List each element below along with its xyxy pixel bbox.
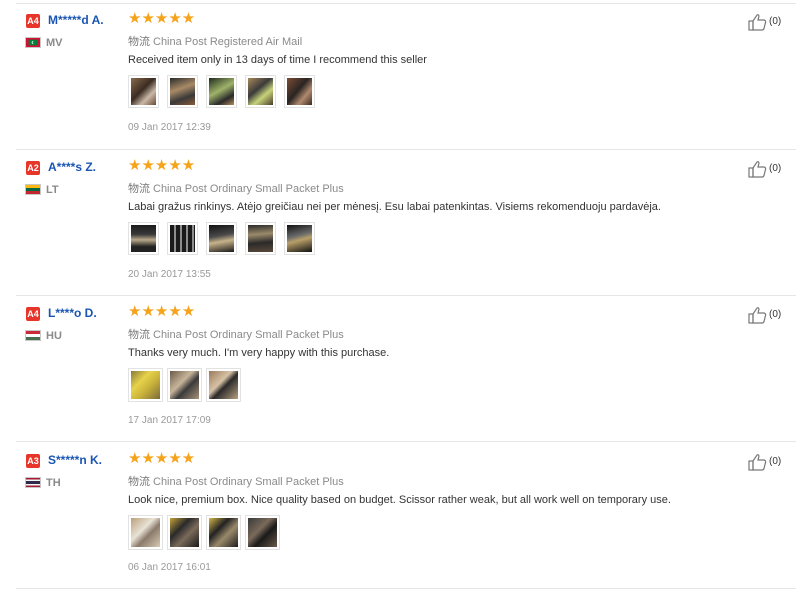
review-text: Labai gražus rinkinys. Atėjo greičiau ne… (128, 201, 661, 213)
review-photo[interactable] (206, 515, 241, 550)
country-flag-icon (25, 330, 41, 341)
like-count: (0) (769, 163, 782, 174)
review-text: Look nice, premium box. Nice quality bas… (128, 494, 671, 506)
shipping-name: China Post Ordinary Small Packet Plus (153, 183, 344, 195)
review-photo[interactable] (206, 222, 237, 255)
reviewer-name[interactable]: L****o D. (48, 306, 97, 320)
review-photo[interactable] (128, 222, 159, 255)
review-date: 17 Jan 2017 17:09 (128, 415, 211, 426)
buyer-level-badge: A4 (26, 307, 40, 321)
logistics-label: 物流 (128, 182, 150, 195)
logistics-label: 物流 (128, 35, 150, 48)
like-count: (0) (769, 456, 782, 467)
review-text: Thanks very much. I'm very happy with th… (128, 347, 390, 359)
review-photo[interactable] (167, 75, 198, 108)
review-date: 06 Jan 2017 16:01 (128, 562, 211, 573)
review-photo[interactable] (206, 368, 241, 402)
review-item: A3 S*****n K. TH ★★★★★ 物流 China Post Ordi… (0, 440, 800, 586)
country-flag-icon (25, 184, 41, 195)
thumbs-up-icon (748, 454, 767, 471)
buyer-level-badge: A2 (26, 161, 40, 175)
buyer-level-badge: A3 (26, 454, 40, 468)
thumbs-up-icon (748, 14, 767, 31)
review-photo[interactable] (245, 75, 276, 108)
like-count: (0) (769, 309, 782, 320)
reviewer-name[interactable]: S*****n K. (48, 453, 102, 467)
country-code: HU (46, 330, 62, 342)
review-photo[interactable] (128, 368, 163, 402)
review-photo[interactable] (284, 222, 315, 255)
shipping-name: China Post Ordinary Small Packet Plus (153, 476, 344, 488)
country-flag-icon (25, 37, 41, 48)
country-code: LT (46, 184, 59, 196)
review-photo[interactable] (167, 515, 202, 550)
review-photo[interactable] (206, 75, 237, 108)
country-flag-icon (25, 477, 41, 488)
thumbs-up-icon (748, 307, 767, 324)
review-text: Received item only in 13 days of time I … (128, 54, 427, 66)
like-count: (0) (769, 16, 782, 27)
thumbs-up-icon (748, 161, 767, 178)
shipping-method: 物流 China Post Ordinary Small Packet Plus (128, 473, 344, 489)
star-rating: ★★★★★ (128, 303, 196, 320)
country-code: TH (46, 477, 61, 489)
review-date: 09 Jan 2017 12:39 (128, 122, 211, 133)
star-rating: ★★★★★ (128, 157, 196, 174)
shipping-name: China Post Registered Air Mail (153, 36, 303, 48)
country-code: MV (46, 37, 63, 49)
review-photo[interactable] (284, 75, 315, 108)
review-item: A2 A****s Z. LT ★★★★★ 物流 China Post Ordin… (0, 147, 800, 293)
shipping-method: 物流 China Post Ordinary Small Packet Plus (128, 180, 344, 196)
review-photo[interactable] (245, 222, 276, 255)
buyer-level-badge: A4 (26, 14, 40, 28)
review-item: A4 L****o D. HU ★★★★★ 物流 China Post Ordin… (0, 293, 800, 439)
review-date: 20 Jan 2017 13:55 (128, 269, 211, 280)
shipping-method: 物流 China Post Registered Air Mail (128, 33, 302, 49)
review-item: A4 M*****d A. MV ★★★★★ 物流 China Post Regi… (0, 0, 800, 146)
review-photo[interactable] (167, 222, 198, 255)
review-photo[interactable] (128, 75, 159, 108)
logistics-label: 物流 (128, 475, 150, 488)
shipping-name: China Post Ordinary Small Packet Plus (153, 329, 344, 341)
reviewer-name[interactable]: M*****d A. (48, 13, 104, 27)
star-rating: ★★★★★ (128, 10, 196, 27)
reviewer-name[interactable]: A****s Z. (48, 160, 96, 174)
star-rating: ★★★★★ (128, 450, 196, 467)
divider (16, 588, 796, 589)
shipping-method: 物流 China Post Ordinary Small Packet Plus (128, 326, 344, 342)
review-photo[interactable] (167, 368, 202, 402)
review-photo[interactable] (128, 515, 163, 550)
review-photo[interactable] (245, 515, 280, 550)
logistics-label: 物流 (128, 328, 150, 341)
